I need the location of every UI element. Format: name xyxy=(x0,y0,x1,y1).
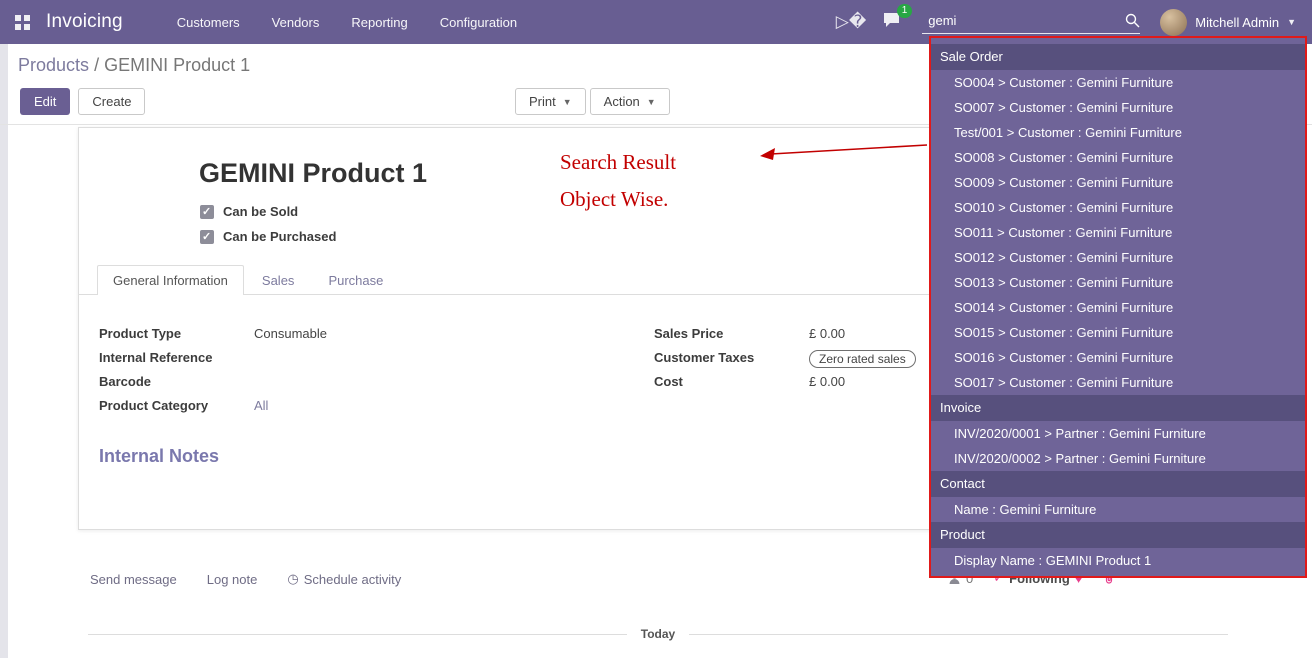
tab-general-information[interactable]: General Information xyxy=(97,265,244,295)
breadcrumb-separator: / xyxy=(94,55,99,75)
product-type-value: Consumable xyxy=(254,326,327,341)
record-buttons: Edit Create xyxy=(20,88,145,115)
search-result-item[interactable]: SO007 > Customer : Gemini Furniture xyxy=(931,95,1305,120)
search-result-item[interactable]: Test/001 > Customer : Gemini Furniture xyxy=(931,120,1305,145)
breadcrumb: Products / GEMINI Product 1 xyxy=(18,55,250,76)
product-title: GEMINI Product 1 xyxy=(199,158,427,189)
schedule-activity-button[interactable]: ◷ Schedule activity xyxy=(287,571,401,587)
search-result-item[interactable]: INV/2020/0001 > Partner : Gemini Furnitu… xyxy=(931,421,1305,446)
group-header-product: Product xyxy=(931,522,1305,548)
search-result-item[interactable]: SO010 > Customer : Gemini Furniture xyxy=(931,195,1305,220)
systray: ▷� 1 Mitchell Admin ▼ xyxy=(836,9,1312,36)
chatter-actions: Send message Log note ◷ Schedule activit… xyxy=(90,571,401,587)
product-category-label: Product Category xyxy=(99,398,254,413)
annotation-line-2: Object Wise. xyxy=(560,181,676,218)
can-be-sold-label: Can be Sold xyxy=(223,204,298,219)
annotation-arrow xyxy=(753,137,935,165)
can-be-purchased-checkbox[interactable] xyxy=(200,230,214,244)
product-category-row: Product Category All xyxy=(99,398,654,416)
app-name[interactable]: Invoicing xyxy=(46,11,123,33)
user-name: Mitchell Admin xyxy=(1195,15,1279,30)
chevron-down-icon: ▼ xyxy=(647,97,656,107)
customer-taxes-label: Customer Taxes xyxy=(654,350,809,365)
tab-sales[interactable]: Sales xyxy=(246,265,311,295)
search-result-item[interactable]: Name : Gemini Furniture xyxy=(931,497,1305,522)
left-edge-strip xyxy=(0,44,8,658)
app-window: Invoicing Customers Vendors Reporting Co… xyxy=(0,0,1312,658)
search-icon[interactable] xyxy=(1125,13,1140,28)
tab-purchase[interactable]: Purchase xyxy=(312,265,399,295)
messages-button[interactable]: 1 xyxy=(882,11,902,33)
message-count-badge: 1 xyxy=(897,4,913,18)
product-type-row: Product Type Consumable xyxy=(99,326,654,344)
group-header-sale-order: Sale Order xyxy=(931,44,1305,70)
annotation-note: Search Result Object Wise. xyxy=(560,144,676,218)
group-header-contact: Contact xyxy=(931,471,1305,497)
internal-reference-label: Internal Reference xyxy=(99,350,254,365)
create-button[interactable]: Create xyxy=(78,88,145,115)
can-be-sold-checkbox[interactable] xyxy=(200,205,214,219)
search-result-item[interactable]: SO011 > Customer : Gemini Furniture xyxy=(931,220,1305,245)
menu-reporting[interactable]: Reporting xyxy=(351,15,407,30)
can-be-sold-row: Can be Sold xyxy=(200,204,336,219)
search-result-item[interactable]: SO009 > Customer : Gemini Furniture xyxy=(931,170,1305,195)
clock-icon: ◷ xyxy=(287,571,298,587)
activities-clock-icon[interactable]: ▷� xyxy=(836,12,867,32)
sales-price-label: Sales Price xyxy=(654,326,809,341)
apps-menu-icon[interactable] xyxy=(0,0,44,44)
edit-button[interactable]: Edit xyxy=(20,88,70,115)
log-note-button[interactable]: Log note xyxy=(207,571,258,587)
internal-reference-row: Internal Reference xyxy=(99,350,654,368)
global-search xyxy=(922,11,1140,34)
today-divider: Today xyxy=(88,627,1228,641)
menu-customers[interactable]: Customers xyxy=(177,15,240,30)
top-menu: Customers Vendors Reporting Configuratio… xyxy=(177,15,517,30)
user-avatar xyxy=(1160,9,1187,36)
barcode-label: Barcode xyxy=(99,374,254,389)
grid-icon xyxy=(15,15,30,30)
customer-taxes-tag: Zero rated sales xyxy=(809,350,916,368)
annotation-line-1: Search Result xyxy=(560,144,676,181)
action-dropdown-button[interactable]: Action▼ xyxy=(590,88,670,115)
search-result-item[interactable]: INV/2020/0002 > Partner : Gemini Furnitu… xyxy=(931,446,1305,471)
print-dropdown-button[interactable]: Print▼ xyxy=(515,88,586,115)
breadcrumb-current: GEMINI Product 1 xyxy=(104,55,250,75)
can-be-purchased-row: Can be Purchased xyxy=(200,229,336,244)
product-type-label: Product Type xyxy=(99,326,254,341)
search-result-item[interactable]: SO016 > Customer : Gemini Furniture xyxy=(931,345,1305,370)
search-result-item[interactable]: Display Name : GEMINI Product 1 xyxy=(931,548,1305,573)
cost-value: £ 0.00 xyxy=(809,374,845,389)
chevron-down-icon: ▼ xyxy=(1287,17,1296,27)
product-category-value[interactable]: All xyxy=(254,398,268,413)
chevron-down-icon: ▼ xyxy=(563,97,572,107)
search-input[interactable] xyxy=(922,11,1119,30)
fields-left-column: Product Type Consumable Internal Referen… xyxy=(99,326,654,422)
search-results-dropdown: Sale Order SO004 > Customer : Gemini Fur… xyxy=(929,36,1307,578)
group-header-invoice: Invoice xyxy=(931,395,1305,421)
product-flags: Can be Sold Can be Purchased xyxy=(200,204,336,244)
search-result-item[interactable]: SO012 > Customer : Gemini Furniture xyxy=(931,245,1305,270)
sales-price-value: £ 0.00 xyxy=(809,326,845,341)
search-result-item[interactable]: SO014 > Customer : Gemini Furniture xyxy=(931,295,1305,320)
can-be-purchased-label: Can be Purchased xyxy=(223,229,336,244)
today-label: Today xyxy=(641,627,675,641)
menu-configuration[interactable]: Configuration xyxy=(440,15,517,30)
search-result-item[interactable]: SO008 > Customer : Gemini Furniture xyxy=(931,145,1305,170)
send-message-button[interactable]: Send message xyxy=(90,571,177,587)
cost-label: Cost xyxy=(654,374,809,389)
user-menu[interactable]: Mitchell Admin ▼ xyxy=(1160,9,1296,36)
menu-vendors[interactable]: Vendors xyxy=(272,15,320,30)
action-buttons: Print▼ Action▼ xyxy=(515,88,670,115)
search-result-item[interactable]: SO013 > Customer : Gemini Furniture xyxy=(931,270,1305,295)
breadcrumb-products-link[interactable]: Products xyxy=(18,55,89,75)
search-result-item[interactable]: SO015 > Customer : Gemini Furniture xyxy=(931,320,1305,345)
search-result-item[interactable]: SO004 > Customer : Gemini Furniture xyxy=(931,70,1305,95)
barcode-row: Barcode xyxy=(99,374,654,392)
search-result-item[interactable]: SO017 > Customer : Gemini Furniture xyxy=(931,370,1305,395)
internal-notes-heading: Internal Notes xyxy=(99,446,219,467)
